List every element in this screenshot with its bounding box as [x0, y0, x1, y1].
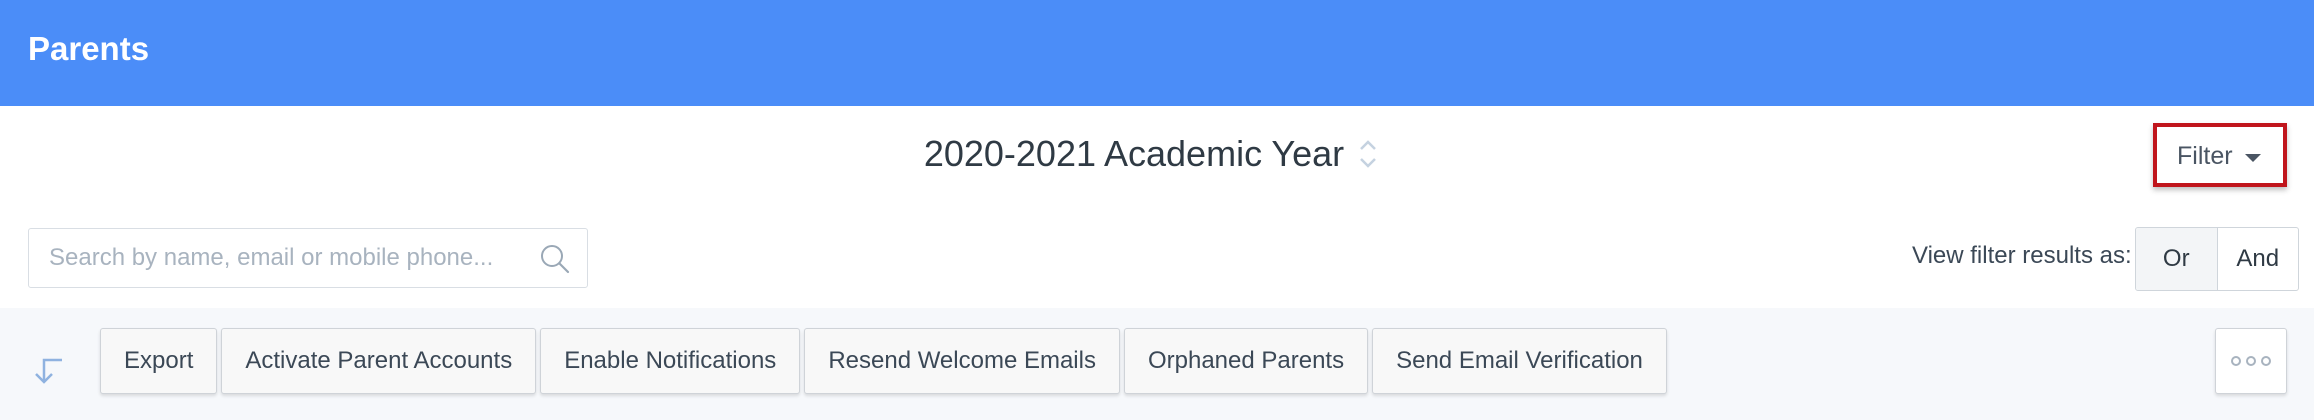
search-input[interactable]: [49, 229, 529, 287]
activate-parent-accounts-button[interactable]: Activate Parent Accounts: [221, 328, 537, 394]
orphaned-parents-button[interactable]: Orphaned Parents: [1123, 328, 1369, 394]
page-title: Parents: [28, 30, 150, 67]
filter-button[interactable]: Filter: [2153, 123, 2287, 187]
more-dot: [2261, 356, 2271, 366]
caret-down-icon: [2245, 154, 2261, 162]
academic-year-selector[interactable]: 2020-2021 Academic Year: [924, 133, 1380, 175]
action-toolbar: Export Activate Parent Accounts Enable N…: [0, 308, 2314, 420]
arrow-down-left-icon[interactable]: [32, 352, 68, 388]
search-box[interactable]: [28, 228, 588, 288]
action-buttons: Export Activate Parent Accounts Enable N…: [100, 328, 1667, 394]
view-filter-toggle: Or And: [2135, 227, 2299, 291]
academic-year-row: 2020-2021 Academic Year: [0, 133, 2314, 175]
more-dot: [2231, 356, 2241, 366]
sort-arrows-icon[interactable]: [1356, 134, 1380, 174]
search-icon[interactable]: [539, 243, 571, 275]
filter-label: Filter: [2177, 142, 2233, 170]
page-header: Parents: [0, 0, 2314, 106]
more-dot: [2246, 356, 2256, 366]
resend-welcome-emails-button[interactable]: Resend Welcome Emails: [804, 328, 1120, 394]
enable-notifications-button[interactable]: Enable Notifications: [540, 328, 801, 394]
view-filter-or-button[interactable]: Or: [2136, 228, 2218, 290]
more-options-icon[interactable]: [2215, 328, 2287, 394]
send-email-verification-button[interactable]: Send Email Verification: [1372, 328, 1667, 394]
export-button[interactable]: Export: [100, 328, 218, 394]
view-filter-label: View filter results as:: [1912, 242, 2132, 269]
view-filter-and-button[interactable]: And: [2218, 228, 2299, 290]
academic-year-label[interactable]: 2020-2021 Academic Year: [924, 133, 1344, 175]
